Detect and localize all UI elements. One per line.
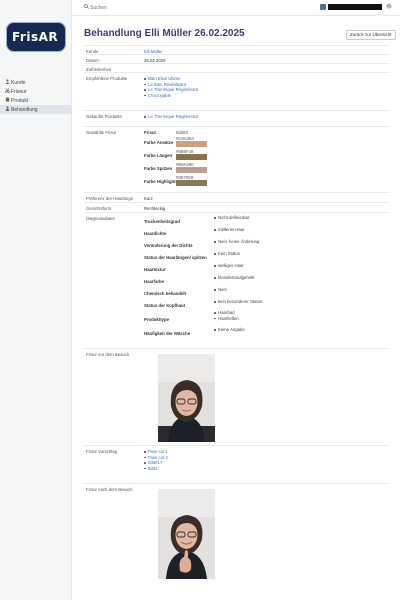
diagnosis-value: Nein, keine Änderung	[214, 239, 259, 245]
diagnosis-key: Status der Haarlängen/ spitzen	[144, 255, 207, 260]
detail-row-gewaehlte-frisur: Gewählte Frisur Frisur Bild83 Farbe Ansä…	[84, 126, 390, 192]
detail-row-frisur-nach-besuch: Frisur nach dem Besuch	[84, 483, 390, 585]
color-swatch	[176, 154, 207, 160]
diagnosis-key: Veränderung der Dichte	[144, 243, 193, 248]
search-icon[interactable]	[84, 4, 89, 11]
color-row-ansaetze: Farbe Ansätze #C8A284	[144, 136, 244, 149]
sidebar-item-produkt[interactable]: Produkt	[0, 96, 72, 105]
color-key: Farbe Highlights	[144, 179, 178, 184]
diagnosis-key: Status der Kopfhaut	[144, 303, 186, 308]
diagnosis-key: Haartextur	[144, 267, 166, 272]
diagnosis-key: Haarfarbe	[144, 279, 165, 284]
sidebar: FrisAR Kunde Friseur Produkt Behandlung	[0, 0, 72, 600]
page-title: Behandlung Elli Müller 26.02.2025	[84, 28, 245, 39]
user-avatar-icon[interactable]	[320, 4, 326, 10]
search-input[interactable]	[90, 3, 240, 12]
frisar-logo[interactable]: FrisAR	[6, 22, 66, 52]
photo-before-visit[interactable]	[158, 354, 215, 442]
diagnosis-value-item: Kein Status	[214, 251, 240, 257]
color-row-spitzen: Farbe Spitzen #B6A290	[144, 162, 244, 175]
row-label: Frisur Vorschlag	[86, 449, 118, 454]
hair-length-value: Kurz	[144, 196, 153, 201]
diagnosis-value-item: Keine Angabe	[214, 327, 245, 333]
product-link[interactable]: Le Thermique Régénérant	[144, 114, 198, 120]
diagnosis-value: Haarbad Haarkelten	[214, 310, 239, 321]
sidebar-nav: Kunde Friseur Produkt Behandlung	[0, 78, 72, 114]
logo-text: FrisAR	[12, 30, 59, 44]
detail-row-frisur-vor-besuch: Frisur vor dem Besuch	[84, 348, 390, 445]
detail-row-haarlaenge: Präferenz der Haarlänge Kurz	[84, 192, 390, 202]
diagnosis-value-item: Haarkelten	[214, 316, 239, 322]
diagnosis-key: Produkttype	[144, 317, 170, 322]
row-label: Frisur nach dem Besuch	[86, 487, 133, 492]
sidebar-item-label: Kunde	[11, 79, 26, 86]
detail-row-gekaufte-produkte: Gekaufte Produkte Le Thermique Régénéran…	[84, 110, 390, 126]
color-swatch	[176, 180, 207, 186]
diagnosis-value: Keine Angabe	[214, 327, 245, 333]
chosen-hairstyle-table: Frisur Bild83 Farbe Ansätze #C8A284 Farb…	[144, 130, 244, 190]
diagnosis-value-item: Nicht definierbar	[214, 215, 249, 221]
diagnosis-value-item: kein besonderer Status	[214, 299, 262, 305]
back-to-overview-button[interactable]: Zurück zur Übersicht	[346, 30, 396, 40]
detail-row-frisur-vorschlag: Frisur Vorschlag Pixie cut 1 Pixie cut 2…	[84, 445, 390, 483]
row-label: Gekaufte Produkte	[86, 114, 122, 119]
user-name-redacted[interactable]	[328, 4, 382, 10]
diagnosis-value-item: blondiert/aufgehellt	[214, 275, 254, 281]
diagnosis-value: Nein	[214, 287, 227, 293]
detail-row-empfohlene-produkte: Empfohlene Produkte Bain Elixir Ultime L…	[84, 72, 390, 110]
detail-row-datum: Datum 26.02.2025	[84, 54, 390, 63]
treatment-details: Kunde Elli Müller Datum 26.02.2025 Zufri…	[84, 45, 390, 585]
color-key: Farbe Längen	[144, 153, 173, 158]
row-label: Gewählte Frisur	[86, 130, 117, 135]
detail-row-zufriedenheit: Zufriedenheit	[84, 63, 390, 72]
suggested-hairstyles-list: Pixie cut 1 Pixie cut 2 Bild#17 Bild3	[144, 449, 168, 471]
product-link[interactable]: L'Incroyable	[144, 93, 198, 99]
hairstyle-value: Bild83	[176, 130, 188, 135]
color-row-laengen: Farbe Längen #8B6F48	[144, 149, 244, 162]
diagnosis-value-item: Nein	[214, 287, 227, 293]
diagnosis-value: kein besonderer Status	[214, 299, 262, 305]
diagnosis-value: Nicht definierbar	[214, 215, 249, 221]
sidebar-item-label: Friseur	[11, 88, 27, 95]
diagnosis-key: Häufigkeit der Wäsche	[144, 331, 191, 336]
diagnosis-key: Chemisch behandelt	[144, 291, 187, 296]
diagnosis-value-item: welliges Haar	[214, 263, 244, 269]
diagnosis-value-item: mittleres Haar	[214, 227, 245, 233]
sidebar-item-label: Behandlung	[11, 106, 38, 113]
hairstyle-suggestion-link[interactable]: Bild3	[144, 466, 168, 472]
diagnosis-value: mittleres Haar	[214, 227, 245, 233]
color-row-highlights: Farbe Highlights #8E7659	[144, 175, 244, 188]
color-key: Farbe Ansätze	[144, 140, 174, 145]
sidebar-item-label: Produkt	[11, 97, 29, 104]
face-shape-value: Rechteckig	[144, 206, 166, 211]
purchased-products-list: Le Thermique Régénérant	[144, 114, 198, 120]
top-bar	[72, 0, 400, 16]
recommended-products-list: Bain Elixir Ultime Le Bain Revitalisant …	[144, 76, 198, 98]
hairstyle-key: Frisur	[144, 130, 157, 135]
color-key: Farbe Spitzen	[144, 166, 173, 171]
gear-icon[interactable]	[386, 3, 392, 11]
row-label: Empfohlene Produkte	[86, 76, 128, 81]
row-label: Gesichtsform	[86, 206, 112, 211]
diagnosis-key: Trockenheitsgrad	[144, 219, 180, 224]
diagnosis-value: welliges Haar	[214, 263, 244, 269]
diagnosis-value: blondiert/aufgehellt	[214, 275, 254, 281]
diagnosis-value-item: Nein, keine Änderung	[214, 239, 259, 245]
row-label: Diagnosedaten	[86, 216, 115, 221]
row-label: Präferenz der Haarlänge	[86, 196, 134, 201]
diagnosis-value: Kein Status	[214, 251, 240, 257]
color-swatch	[176, 141, 207, 147]
detail-row-kunde: Kunde Elli Müller	[84, 45, 390, 54]
photo-after-visit[interactable]	[158, 489, 215, 579]
row-label: Frisur vor dem Besuch	[86, 352, 130, 357]
color-swatch	[176, 167, 207, 173]
detail-row-diagnosedaten: Diagnosedaten Trockenheitsgrad Nicht def…	[84, 212, 390, 348]
sidebar-item-friseur[interactable]: Friseur	[0, 87, 72, 96]
main-content: Behandlung Elli Müller 26.02.2025 Zurück…	[72, 16, 400, 600]
detail-row-gesichtsform: Gesichtsform Rechteckig	[84, 202, 390, 212]
sidebar-item-kunde[interactable]: Kunde	[0, 78, 72, 87]
sidebar-item-behandlung[interactable]: Behandlung	[0, 105, 72, 114]
diagnosis-key: Haardichte	[144, 231, 167, 236]
